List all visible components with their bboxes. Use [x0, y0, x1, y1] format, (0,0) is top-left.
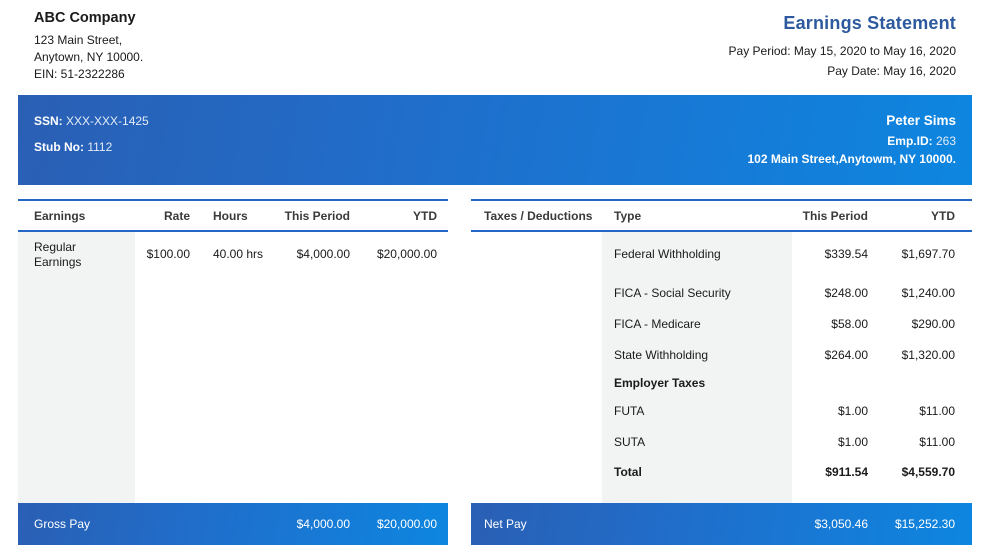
- earnings-rate: $100.00: [146, 247, 190, 261]
- deductions-this-period-col-header: This Period: [802, 209, 868, 223]
- ssn-row: SSN: XXX-XXX-1425: [34, 113, 149, 130]
- earnings-hours: 40.00 hrs: [213, 247, 264, 261]
- deduction-ytd: $11.00: [919, 404, 955, 418]
- company-name: ABC Company: [34, 10, 136, 26]
- deduction-type: FICA - Medicare: [614, 317, 701, 331]
- earnings-label-column: [18, 232, 135, 503]
- deduction-this-period: $339.54: [824, 247, 868, 261]
- earnings-this-period: $4,000.00: [296, 247, 350, 261]
- company-address-line2: Anytown, NY 10000.: [34, 50, 144, 64]
- pay-period: Pay Period: May 15, 2020 to May 16, 2020: [728, 44, 956, 58]
- deduction-ytd: $290.00: [911, 317, 955, 331]
- deduction-ytd: $1,240.00: [901, 286, 955, 300]
- this-period-col-header: This Period: [284, 209, 350, 223]
- deduction-type: SUTA: [614, 435, 646, 449]
- emp-id-label: Emp.ID:: [887, 134, 933, 148]
- deduction-type: FICA - Social Security: [614, 286, 731, 300]
- earnings-ytd: $20,000.00: [376, 247, 437, 261]
- taxes-col-header: Taxes / Deductions: [484, 209, 593, 223]
- rate-col-header: Rate: [163, 209, 190, 223]
- emp-id-value: 263: [935, 134, 956, 148]
- deductions-type-column: [602, 232, 792, 503]
- net-pay-ytd: $15,252.30: [894, 517, 955, 531]
- deduction-type: FUTA: [614, 404, 645, 418]
- net-pay-this-period: $3,050.46: [814, 517, 868, 531]
- deduction-ytd: $1,697.70: [901, 247, 955, 261]
- deductions-table: Taxes / Deductions Type This Period YTD …: [471, 199, 972, 545]
- hours-col-header: Hours: [213, 209, 248, 223]
- statement-title: Earnings Statement: [783, 13, 956, 33]
- ssn-label: SSN:: [34, 114, 63, 128]
- employee-ids: SSN: XXX-XXX-1425 Stub No: 1112: [34, 113, 149, 165]
- employee-banner: SSN: XXX-XXX-1425 Stub No: 1112 Peter Si…: [18, 95, 972, 185]
- earnings-col-header: Earnings: [34, 209, 86, 223]
- pay-date: Pay Date: May 16, 2020: [827, 64, 956, 78]
- company-info: ABC Company 123 Main Street, Anytown, NY…: [34, 10, 334, 83]
- deduction-ytd: $1,320.00: [901, 348, 955, 362]
- employer-taxes-heading: Employer Taxes: [614, 376, 706, 390]
- employee-name: Peter Sims: [886, 113, 956, 128]
- total-ytd: $4,559.70: [901, 465, 955, 479]
- gross-pay-label: Gross Pay: [34, 517, 91, 531]
- stub-value: 1112: [87, 140, 113, 154]
- gross-pay-bar: Gross Pay $4,000.00 $20,000.00: [18, 503, 448, 545]
- company-ein: EIN: 51-2322286: [34, 67, 125, 81]
- gross-pay-ytd: $20,000.00: [376, 517, 437, 531]
- deduction-this-period: $1.00: [837, 435, 868, 449]
- employee-details: Peter Sims Emp.ID: 263 102 Main Street,A…: [747, 112, 956, 168]
- deduction-ytd: $11.00: [919, 435, 955, 449]
- type-col-header: Type: [614, 209, 642, 223]
- statement-info: Earnings Statement Pay Period: May 15, 2…: [536, 12, 956, 81]
- deduction-this-period: $248.00: [824, 286, 868, 300]
- deduction-type: Federal Withholding: [614, 247, 721, 261]
- deduction-this-period: $264.00: [824, 348, 868, 362]
- deduction-this-period: $58.00: [831, 317, 868, 331]
- gross-pay-this-period: $4,000.00: [296, 517, 350, 531]
- total-label: Total: [614, 465, 642, 479]
- deductions-ytd-col-header: YTD: [931, 209, 955, 223]
- ytd-col-header: YTD: [413, 209, 437, 223]
- net-pay-bar: Net Pay $3,050.46 $15,252.30: [471, 503, 972, 545]
- earnings-type-line2: Earnings: [34, 255, 82, 269]
- net-pay-label: Net Pay: [484, 517, 527, 531]
- employee-address: 102 Main Street,Anytowm, NY 10000.: [747, 152, 956, 166]
- emp-id-row: Emp.ID: 263: [747, 132, 956, 150]
- stub-row: Stub No: 1112: [34, 139, 149, 156]
- earnings-type-line1: Regular: [34, 240, 77, 254]
- company-address-line1: 123 Main Street,: [34, 33, 123, 47]
- deductions-header-row: Taxes / Deductions Type This Period YTD: [471, 199, 972, 232]
- earnings-table: Earnings Rate Hours This Period YTD Regu…: [18, 199, 448, 545]
- ssn-value: XXX-XXX-1425: [66, 114, 149, 128]
- total-this-period: $911.54: [825, 465, 868, 479]
- earnings-header-row: Earnings Rate Hours This Period YTD: [18, 199, 448, 232]
- deduction-this-period: $1.00: [837, 404, 868, 418]
- deduction-type: State Withholding: [614, 348, 709, 362]
- stub-label: Stub No:: [34, 140, 84, 154]
